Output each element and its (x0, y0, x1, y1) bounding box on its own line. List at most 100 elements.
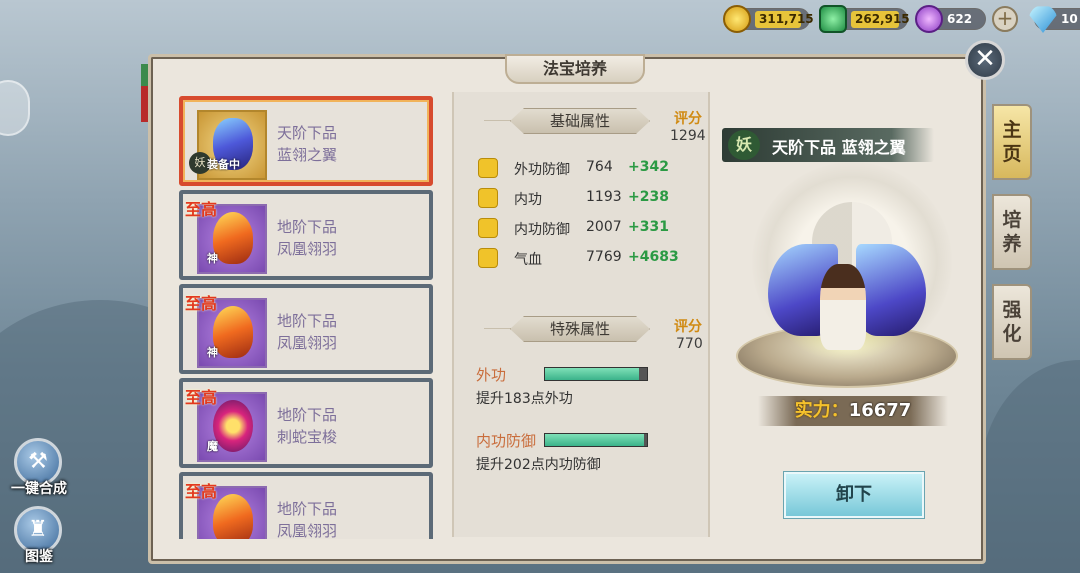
faction-label: 神 (207, 252, 218, 265)
attr-value: 2007 (586, 219, 622, 235)
item-name: 刺蛇宝梭 (277, 428, 338, 446)
treasure-name: 天阶下品 蓝翎之翼 (772, 138, 906, 157)
phoenix-feather-icon (213, 212, 253, 264)
item-name: 凤凰翎羽 (277, 522, 338, 539)
tab-label: 培养 (1002, 209, 1022, 255)
special-attr-desc: 提升202点内功防御 (476, 457, 601, 473)
attr-value: 1193 (586, 189, 622, 205)
rarity-badge: 至高 (185, 294, 218, 313)
special-attr-header: 特殊属性 (510, 316, 650, 342)
shield-icon (478, 218, 498, 238)
compose-button[interactable]: ⚒ 一键合成 (8, 438, 70, 498)
treasure-list[interactable]: 妖 装备中 天阶下品 蓝翎之翼 至高 神 地阶下品 凤凰翎羽 至高 神 地阶下品… (177, 94, 437, 539)
unequip-button[interactable]: 卸下 (784, 472, 924, 518)
power-label: 实力： (794, 400, 849, 421)
power-display: 实力：16677 (758, 396, 948, 426)
treasure-preview: 妖 天阶下品 蓝翎之翼 实力：16677 卸下 (712, 92, 980, 537)
jade-counter: 262,915 (819, 5, 910, 33)
gold-counter: 311,715 (723, 5, 814, 33)
hero-figure (820, 264, 866, 350)
special-attr-bar (544, 367, 648, 381)
item-name: 凤凰翎羽 (277, 334, 338, 352)
side-expand-button[interactable] (0, 80, 30, 136)
armor-icon (478, 158, 498, 178)
tab-label: 主页 (1002, 119, 1022, 165)
power-value: 16677 (848, 400, 912, 421)
close-button[interactable]: ✕ (965, 40, 1005, 80)
base-score-label: 评分 (674, 111, 702, 127)
panel-title: 法宝培养 (505, 54, 645, 84)
gold-coin-icon (723, 5, 751, 33)
phoenix-feather-icon (213, 306, 253, 358)
rarity-badge: 至高 (185, 482, 218, 501)
attr-name: 气血 (514, 252, 542, 268)
gold-value: 311,715 (755, 11, 814, 28)
faction-label: 神 (207, 346, 218, 359)
serpent-shuttle-icon (213, 400, 253, 452)
item-grade: 地阶下品 (277, 406, 338, 424)
attr-row: 内功 1193 +238 (478, 186, 698, 210)
item-name: 凤凰翎羽 (277, 240, 338, 258)
special-attr-desc: 提升183点外功 (476, 391, 573, 407)
attr-name: 外功防御 (514, 162, 570, 178)
item-grade: 地阶下品 (277, 500, 338, 518)
item-grade: 天阶下品 (277, 124, 338, 142)
heart-icon (478, 248, 498, 268)
special-attr: 内功防御 提升202点内功防御 (476, 430, 706, 490)
atlas-button[interactable]: ♜ 图鉴 (8, 506, 70, 566)
compose-label: 一键合成 (11, 481, 67, 497)
attr-name: 内功防御 (514, 222, 570, 238)
spirit-value: 622 (947, 12, 973, 26)
tab-cultivate[interactable]: 培养 (992, 194, 1032, 270)
base-attr-header: 基础属性 (510, 108, 650, 134)
item-grade: 地阶下品 (277, 218, 338, 236)
tab-home[interactable]: 主页 (992, 104, 1032, 180)
jade-value: 262,915 (851, 11, 910, 28)
attr-value: 764 (586, 159, 613, 175)
faction-label: 魔 (207, 440, 218, 453)
special-attr-name: 内功防御 (476, 432, 537, 450)
list-item[interactable]: 至高 魔 地阶下品 刺蛇宝梭 (179, 378, 433, 468)
attr-bonus: +4683 (628, 249, 679, 265)
list-item[interactable]: 至高 神 地阶下品 凤凰翎羽 (179, 190, 433, 280)
rarity-badge: 至高 (185, 388, 218, 407)
special-score-label: 评分 (674, 319, 702, 335)
special-attr-fill (545, 434, 644, 446)
attr-bonus: +238 (628, 189, 669, 205)
special-score-value: 770 (676, 336, 703, 352)
equipped-label: 装备中 (207, 158, 240, 171)
attr-bonus: +342 (628, 159, 669, 175)
background-mountain (980, 360, 1080, 573)
tab-enhance[interactable]: 强化 (992, 284, 1032, 360)
special-attr: 外功 提升183点外功 (476, 364, 706, 424)
close-icon: ✕ (974, 44, 996, 74)
green-gem-icon (819, 5, 847, 33)
special-attr-name: 外功 (476, 366, 507, 384)
purple-orb-icon (915, 5, 943, 33)
attribute-panel: 基础属性 评分 1294 外功防御 764 +342 内功 1193 +238 … (452, 92, 710, 537)
resource-bar: 311,715 262,915 622 + 10 (720, 5, 1080, 34)
attr-row: 内功防御 2007 +331 (478, 216, 698, 240)
atlas-label: 图鉴 (25, 549, 53, 565)
phoenix-feather-icon (213, 494, 253, 539)
list-item[interactable]: 至高 地阶下品 凤凰翎羽 (179, 472, 433, 539)
diamond-icon (1029, 6, 1057, 33)
tab-label: 强化 (1002, 299, 1022, 345)
diamond-value: 10 (1061, 12, 1078, 26)
spirit-counter: 622 (915, 5, 986, 33)
treasure-title: 妖 天阶下品 蓝翎之翼 (722, 128, 934, 162)
attr-bonus: +331 (628, 219, 669, 235)
item-name: 蓝翎之翼 (277, 146, 338, 164)
faction-badge: 妖 (728, 130, 760, 160)
item-grade: 地阶下品 (277, 312, 338, 330)
attr-value: 7769 (586, 249, 622, 265)
attr-row: 气血 7769 +4683 (478, 246, 698, 270)
diamond-counter: 10 (1029, 6, 1080, 33)
add-resource-button[interactable]: + (992, 6, 1018, 32)
base-score-value: 1294 (670, 128, 706, 144)
attr-row: 外功防御 764 +342 (478, 156, 698, 180)
list-item[interactable]: 妖 装备中 天阶下品 蓝翎之翼 (179, 96, 433, 186)
special-attr-bar (544, 433, 648, 447)
special-attr-fill (545, 368, 639, 380)
list-item[interactable]: 至高 神 地阶下品 凤凰翎羽 (179, 284, 433, 374)
